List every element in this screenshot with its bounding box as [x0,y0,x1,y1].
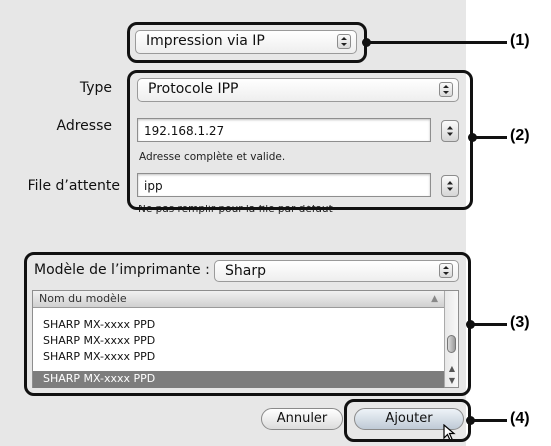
callout-line-1 [366,41,507,44]
highlight-box-4 [344,399,471,442]
callout-line-2 [472,136,507,139]
type-label: Type [79,80,112,96]
queue-label: File d’attente [27,178,120,194]
address-label: Adresse [56,118,112,134]
callout-label-1: (1) [510,32,530,49]
highlight-box-1 [127,22,367,63]
cancel-button[interactable]: Annuler [261,408,343,430]
callout-label-4: (4) [510,410,530,427]
callout-line-4 [470,419,507,422]
highlight-box-2 [127,70,473,210]
callout-label-2: (2) [510,127,530,144]
callout-line-3 [470,323,507,326]
highlight-box-3 [24,252,471,396]
callout-label-3: (3) [510,314,530,331]
